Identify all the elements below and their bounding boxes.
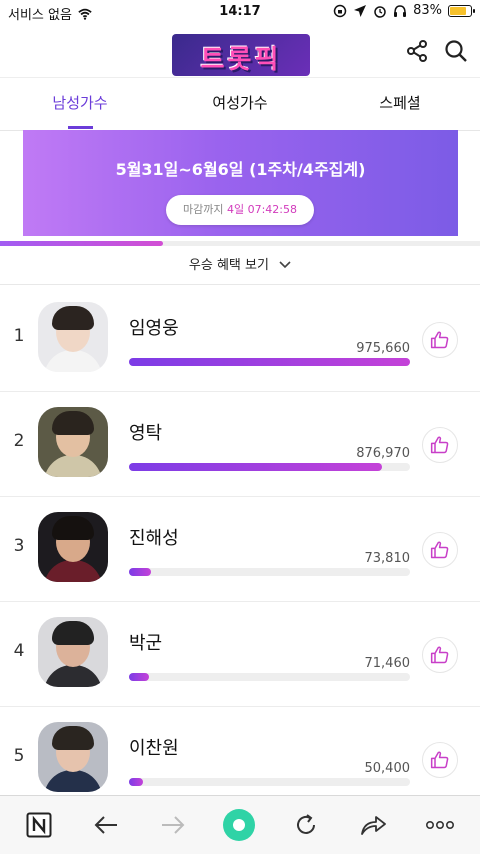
singer-avatar[interactable] bbox=[38, 722, 108, 792]
vote-bar bbox=[129, 568, 410, 576]
singer-name: 진해성 bbox=[129, 528, 179, 549]
battery-percent: 83% bbox=[413, 3, 442, 18]
naver-home-button[interactable] bbox=[22, 808, 56, 842]
deadline-value: 4일 07:42:58 bbox=[226, 203, 297, 216]
vote-button[interactable] bbox=[422, 637, 458, 673]
home-green-icon bbox=[223, 809, 255, 841]
rank-number: 3 bbox=[13, 536, 25, 556]
vote-bar-fill bbox=[129, 463, 382, 471]
vote-count: 975,660 bbox=[356, 341, 410, 356]
ranking-row: 4 박군 71,460 bbox=[0, 601, 480, 707]
lock-rotation-icon bbox=[333, 4, 347, 17]
rank-number: 5 bbox=[13, 746, 25, 766]
vote-bar-fill bbox=[129, 358, 410, 366]
vote-bar bbox=[129, 463, 410, 471]
battery-icon bbox=[448, 4, 475, 17]
rank-number: 2 bbox=[13, 431, 25, 451]
chevron-down-icon bbox=[279, 261, 291, 269]
vote-count: 71,460 bbox=[364, 656, 411, 671]
singer-avatar[interactable] bbox=[38, 302, 108, 372]
winner-benefits-link[interactable]: 우승 혜택 보기 bbox=[0, 248, 480, 285]
logo-text: 트롯픽 bbox=[200, 45, 282, 75]
browser-toolbar bbox=[0, 795, 480, 854]
green-dot-button[interactable] bbox=[222, 808, 256, 842]
back-button[interactable] bbox=[89, 808, 123, 842]
forward-arrow-icon bbox=[162, 816, 185, 834]
alarm-icon bbox=[374, 5, 386, 18]
forward-button[interactable] bbox=[156, 808, 190, 842]
app-header: 트롯픽 bbox=[0, 26, 480, 76]
vote-button[interactable] bbox=[422, 532, 458, 568]
share-page-button[interactable] bbox=[356, 808, 390, 842]
thumbs-up-icon bbox=[430, 646, 449, 664]
more-menu-button[interactable] bbox=[423, 808, 457, 842]
thumbs-up-icon bbox=[430, 751, 449, 769]
rank-number: 4 bbox=[13, 641, 25, 661]
voting-period-title: 5월31일~6월6일 (1주차/4주집계) bbox=[115, 160, 366, 179]
vote-bar-fill bbox=[129, 778, 144, 786]
ranking-row: 2 영탁 876,970 bbox=[0, 391, 480, 497]
singer-name: 임영웅 bbox=[129, 318, 179, 339]
headphones-icon bbox=[394, 4, 407, 17]
share-button[interactable] bbox=[402, 36, 432, 66]
period-progress-bar bbox=[0, 241, 480, 246]
vote-button[interactable] bbox=[422, 427, 458, 463]
singer-avatar[interactable] bbox=[38, 617, 108, 687]
share-icon bbox=[407, 40, 427, 62]
category-tabs: 남성가수 여성가수 스페셜 bbox=[0, 77, 480, 131]
tab-special[interactable]: 스페셜 bbox=[360, 78, 440, 130]
app-logo[interactable]: 트롯픽 bbox=[172, 34, 310, 76]
thumbs-up-icon bbox=[430, 331, 449, 349]
naver-n-icon bbox=[26, 812, 52, 838]
vote-bar-fill bbox=[129, 673, 149, 681]
more-icon bbox=[425, 820, 454, 830]
rank-number: 1 bbox=[13, 326, 25, 346]
singer-name: 이찬원 bbox=[129, 738, 179, 759]
singer-avatar[interactable] bbox=[38, 512, 108, 582]
location-icon bbox=[354, 4, 367, 17]
search-icon bbox=[445, 40, 467, 62]
tab-male-singers[interactable]: 남성가수 bbox=[40, 78, 120, 130]
thumbs-up-icon bbox=[430, 436, 449, 454]
winner-benefits-label: 우승 혜택 보기 bbox=[188, 258, 269, 273]
vote-count: 50,400 bbox=[364, 761, 411, 776]
vote-button[interactable] bbox=[422, 742, 458, 778]
deadline-label: 마감까지 bbox=[182, 203, 224, 216]
ranking-row: 3 진해성 73,810 bbox=[0, 496, 480, 602]
tab-female-singers[interactable]: 여성가수 bbox=[200, 78, 280, 130]
period-progress-fill bbox=[0, 241, 164, 246]
vote-button[interactable] bbox=[422, 322, 458, 358]
singer-avatar[interactable] bbox=[38, 407, 108, 477]
ranking-row: 1 임영웅 975,660 bbox=[0, 286, 480, 392]
status-bar: 서비스 없음 14:17 83% bbox=[0, 0, 480, 24]
deadline-countdown: 마감까지 4일 07:42:58 bbox=[166, 195, 314, 225]
vote-bar bbox=[129, 358, 410, 366]
refresh-button[interactable] bbox=[289, 808, 323, 842]
voting-period-banner: 5월31일~6월6일 (1주차/4주집계) 마감까지 4일 07:42:58 bbox=[23, 130, 458, 236]
vote-bar bbox=[129, 778, 410, 786]
share-arrow-icon bbox=[361, 816, 386, 835]
singer-name: 박군 bbox=[129, 633, 163, 654]
back-arrow-icon bbox=[94, 816, 117, 834]
vote-count: 876,970 bbox=[356, 446, 410, 461]
refresh-icon bbox=[297, 814, 315, 834]
vote-bar-fill bbox=[129, 568, 152, 576]
vote-bar bbox=[129, 673, 410, 681]
singer-name: 영탁 bbox=[129, 423, 163, 444]
active-tab-indicator bbox=[68, 126, 93, 129]
thumbs-up-icon bbox=[430, 541, 449, 559]
vote-count: 73,810 bbox=[364, 551, 411, 566]
search-button[interactable] bbox=[441, 36, 471, 66]
